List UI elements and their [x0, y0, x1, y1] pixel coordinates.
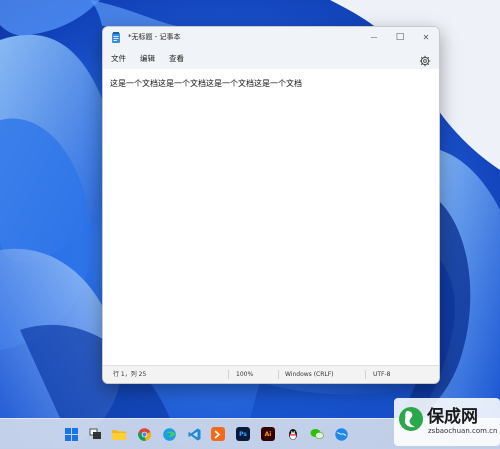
edge-icon[interactable]: [162, 427, 176, 441]
terminal-icon[interactable]: [211, 427, 225, 441]
menu-view[interactable]: 查看: [169, 53, 184, 64]
document-text[interactable]: 这是一个文档这是一个文档这是一个文档这是一个文档: [110, 78, 302, 89]
encoding: UTF-8: [373, 371, 391, 378]
title-bar[interactable]: *无标题 - 记事本 — □ ✕: [103, 27, 439, 47]
zoom-level: 100%: [236, 371, 254, 378]
minimize-icon: —: [370, 33, 378, 41]
menu-edit[interactable]: 编辑: [140, 53, 155, 64]
status-divider: [365, 370, 366, 379]
chrome-icon[interactable]: [137, 427, 151, 441]
cursor-position: 行 1，列 25: [113, 371, 147, 378]
minimize-button[interactable]: —: [361, 27, 387, 47]
maximize-icon: □: [395, 32, 405, 42]
folder-icon[interactable]: [112, 427, 126, 441]
task-view-icon[interactable]: [88, 427, 102, 441]
line-ending: Windows (CRLF): [285, 371, 334, 378]
notepad-icon: [111, 31, 121, 43]
text-editor-area[interactable]: 这是一个文档这是一个文档这是一个文档这是一个文档: [103, 69, 439, 366]
status-divider: [278, 370, 279, 379]
watermark-url: zsbaochuan.com.cn: [428, 427, 498, 435]
illustrator-icon[interactable]: Ai: [261, 427, 275, 441]
watermark-logo-icon: [398, 406, 424, 432]
window-title: *无标题 - 记事本: [128, 33, 181, 41]
maximize-button[interactable]: □: [387, 27, 413, 47]
watermark-title: 保成网: [427, 407, 478, 427]
notepad-window: *无标题 - 记事本 — □ ✕ 文件 编辑 查看 这是一个文档这是一个文档这是…: [102, 26, 440, 384]
photoshop-icon[interactable]: Ps: [236, 427, 250, 441]
status-bar: 行 1，列 25 100% Windows (CRLF) UTF-8: [103, 365, 439, 383]
vscode-icon[interactable]: [187, 427, 201, 441]
menu-file[interactable]: 文件: [111, 53, 126, 64]
close-icon: ✕: [422, 32, 430, 42]
globe-icon[interactable]: [334, 427, 348, 441]
windows-logo-icon[interactable]: [64, 427, 78, 441]
status-divider: [228, 370, 229, 379]
qq-icon[interactable]: [286, 427, 300, 441]
site-watermark: 保成网 zsbaochuan.com.cn: [394, 398, 500, 446]
wechat-icon[interactable]: [310, 427, 324, 441]
settings-gear-icon[interactable]: [419, 52, 431, 67]
close-button[interactable]: ✕: [413, 27, 439, 47]
menu-bar: 文件 编辑 查看: [103, 47, 439, 69]
